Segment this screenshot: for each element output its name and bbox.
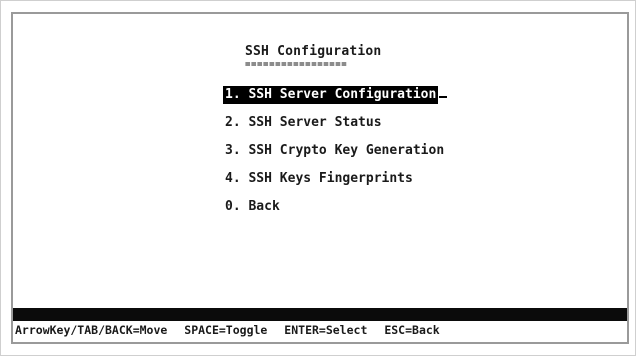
menu-item-label: 4. SSH Keys Fingerprints: [225, 171, 413, 186]
menu-item-ssh-server-status[interactable]: 2. SSH Server Status: [223, 114, 447, 142]
menu-item-ssh-crypto-key-generation[interactable]: 3. SSH Crypto Key Generation: [223, 142, 447, 170]
key-hint-line: ArrowKey/TAB/BACK=Move SPACE=Toggle ENTE…: [15, 323, 450, 337]
menu-item-ssh-server-configuration[interactable]: 1. SSH Server Configuration: [223, 86, 448, 114]
hint-back: ESC=Back: [384, 323, 440, 337]
hint-select: ENTER=Select: [284, 323, 368, 337]
menu-item-back[interactable]: 0. Back: [223, 198, 447, 226]
menu-item-label: 0. Back: [225, 199, 280, 214]
page-title: SSH Configuration: [245, 44, 382, 59]
menu-item-label: 1. SSH Server Configuration: [223, 86, 439, 104]
hint-bar-separator: [13, 308, 627, 321]
menu-item-label: 3. SSH Crypto Key Generation: [225, 143, 445, 158]
hint-toggle: SPACE=Toggle: [184, 323, 268, 337]
text-cursor: [439, 96, 448, 98]
terminal-screen: SSH Configuration ================= 1. S…: [11, 12, 629, 344]
menu-item-ssh-keys-fingerprints[interactable]: 4. SSH Keys Fingerprints: [223, 170, 447, 198]
hint-move: ArrowKey/TAB/BACK=Move: [15, 323, 168, 337]
menu-list: 1. SSH Server Configuration 2. SSH Serve…: [223, 86, 448, 226]
title-underline: =================: [245, 60, 348, 70]
screenshot-frame: SSH Configuration ================= 1. S…: [0, 0, 636, 356]
menu-item-label: 2. SSH Server Status: [225, 115, 382, 130]
